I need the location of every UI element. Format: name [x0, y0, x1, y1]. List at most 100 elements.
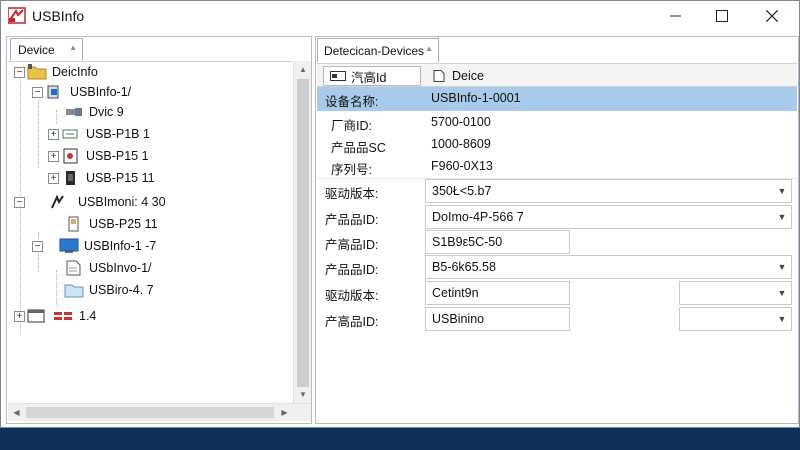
- chevron-up-icon: ▲: [425, 44, 433, 53]
- property-value: 5700-0100: [431, 115, 491, 129]
- chevron-down-icon[interactable]: ▼: [773, 256, 791, 278]
- chip-icon: [61, 170, 81, 186]
- tree-node[interactable]: + USB-P15 1: [48, 146, 149, 166]
- tree-node-label: USB-P25 11: [89, 217, 158, 231]
- monitor-icon: [59, 238, 79, 254]
- expand-icon[interactable]: +: [14, 310, 25, 322]
- window-title: USBInfo: [32, 8, 85, 24]
- device-details-pane: Detecican-Devices ▲ 汽高Id Deice 设备名称: USB…: [315, 36, 799, 424]
- tree-node-label: 1.4: [79, 309, 97, 323]
- scroll-thumb[interactable]: [297, 79, 309, 387]
- tree-node-label: USBImoni: 4 30: [78, 195, 166, 209]
- tree-node[interactable]: + USB-P15 11: [48, 168, 155, 188]
- product-id-dropdown[interactable]: DoImo-4P-566 7 ▼: [425, 205, 792, 229]
- app-window: USBInfo Device ▲ − DeicInfo − USBInfo-1/…: [0, 0, 800, 428]
- tree-node-label: USB-P15 1: [86, 149, 149, 163]
- device-tree[interactable]: − DeicInfo − USBInfo-1/ Dvic 9 + USB-P1B…: [8, 61, 292, 401]
- device-tree-pane: Device ▲ − DeicInfo − USBInfo-1/ Dvic 9 …: [6, 36, 312, 424]
- property-label: 序列号:: [331, 163, 372, 177]
- property-row[interactable]: 产品品SC 1000-8609: [317, 133, 797, 157]
- tree-node[interactable]: − USBInfo-1/: [32, 82, 131, 102]
- secondary-dropdown[interactable]: ▼: [679, 281, 792, 305]
- tab-detected-devices[interactable]: Detecican-Devices ▲: [317, 38, 439, 62]
- taskbar: [0, 428, 800, 450]
- flash-drive-icon: [64, 216, 84, 232]
- property-label: 产高品ID:: [325, 238, 379, 252]
- tree-node[interactable]: − USBImoni: 4 30: [14, 192, 166, 212]
- tree-node-label: USB-P15 11: [86, 171, 155, 185]
- maximize-icon: [716, 10, 728, 22]
- subtab-bar: 汽高Id Deice: [317, 63, 797, 87]
- tree-node-root[interactable]: − DeicInfo: [14, 62, 98, 82]
- usb-port-icon: [45, 84, 65, 100]
- chevron-down-icon[interactable]: ▼: [773, 180, 791, 202]
- tree-node-label: Dvic 9: [89, 105, 124, 119]
- tree-node[interactable]: USBiro-4. 7: [64, 280, 154, 300]
- expand-icon[interactable]: +: [48, 172, 59, 184]
- document-icon: [64, 260, 84, 276]
- usb-plug-icon: [64, 104, 84, 120]
- subtab-label: 汽高Id: [351, 70, 387, 85]
- chevron-down-icon[interactable]: ▼: [773, 308, 791, 330]
- property-value: USBInfo-1-0001: [431, 91, 521, 105]
- usb-logo-icon: [49, 194, 69, 210]
- scroll-thumb[interactable]: [26, 407, 274, 418]
- port-hub-icon: [52, 308, 74, 324]
- expand-icon[interactable]: +: [48, 128, 59, 140]
- tree-node[interactable]: USB-P25 11: [64, 214, 158, 234]
- driver-version-dropdown[interactable]: 350Ł<5.b7 ▼: [425, 179, 792, 203]
- connector-icon: [61, 126, 81, 142]
- minimize-icon: [670, 15, 681, 17]
- minimize-button[interactable]: [653, 1, 699, 31]
- scroll-left-icon[interactable]: ◀: [8, 404, 25, 421]
- tree-node[interactable]: + 1.4: [14, 306, 96, 326]
- subtab-id[interactable]: 汽高Id: [323, 66, 421, 86]
- scroll-up-icon[interactable]: ▲: [294, 61, 312, 78]
- driver-version-field[interactable]: Cetint9n: [425, 281, 570, 305]
- window-icon: [27, 308, 47, 324]
- scroll-down-icon[interactable]: ▼: [294, 386, 312, 403]
- tree-node-label: USBInfo-1 -7: [84, 239, 157, 253]
- secondary-dropdown[interactable]: ▼: [679, 307, 792, 331]
- property-label: 驱动版本:: [325, 289, 379, 303]
- property-value: F960-0X13: [431, 159, 493, 173]
- property-value: 1000-8609: [431, 137, 491, 151]
- property-label: 设备名称:: [325, 95, 379, 109]
- scroll-right-icon[interactable]: ▶: [276, 404, 293, 421]
- property-row: 产高品ID: USBinino ▼: [317, 307, 797, 331]
- collapse-icon[interactable]: −: [14, 196, 25, 208]
- device-card-icon: [330, 70, 346, 82]
- field-value: Cetint9n: [432, 286, 479, 300]
- tree-node[interactable]: USbInvo-1/: [64, 258, 152, 278]
- chevron-down-icon[interactable]: ▼: [773, 206, 791, 228]
- subtab-label: Deice: [452, 69, 484, 83]
- close-button[interactable]: [745, 1, 799, 31]
- collapse-icon[interactable]: −: [32, 86, 43, 98]
- tab-device[interactable]: Device ▲: [10, 38, 83, 60]
- chevron-down-icon[interactable]: ▼: [773, 282, 791, 304]
- tree-node[interactable]: Dvic 9: [64, 102, 124, 122]
- tree-node-label: USB-P1B 1: [86, 127, 150, 141]
- property-row[interactable]: 厂商ID: 5700-0100: [317, 111, 797, 135]
- product-id-field[interactable]: USBinino: [425, 307, 570, 331]
- property-row-selected[interactable]: 设备名称: USBInfo-1-0001: [317, 87, 797, 111]
- collapse-icon[interactable]: −: [32, 240, 43, 252]
- folder-icon: [64, 282, 84, 298]
- tree-horizontal-scrollbar[interactable]: ◀ ▶: [8, 403, 311, 421]
- property-row[interactable]: 序列号: F960-0X13: [317, 155, 797, 179]
- title-bar[interactable]: USBInfo: [1, 1, 799, 31]
- subtab-device[interactable]: Deice: [425, 66, 521, 86]
- product-id-dropdown[interactable]: B5-6k65.58 ▼: [425, 255, 792, 279]
- product-id-field[interactable]: S1B9ε5C-50: [425, 230, 570, 254]
- tree-node[interactable]: + USB-P1B 1: [48, 124, 150, 144]
- page-icon: [431, 70, 447, 82]
- property-row: 产高品ID: S1B9ε5C-50: [317, 230, 797, 254]
- tab-device-label: Device: [18, 43, 55, 57]
- tree-node[interactable]: − USBInfo-1 -7: [32, 236, 156, 256]
- property-label: 产品品ID:: [325, 263, 379, 277]
- expand-icon[interactable]: +: [48, 150, 59, 162]
- tree-vertical-scrollbar[interactable]: ▲ ▼: [293, 61, 311, 403]
- maximize-button[interactable]: [699, 1, 745, 31]
- collapse-icon[interactable]: −: [14, 66, 25, 78]
- property-label: 产高品ID:: [325, 315, 379, 329]
